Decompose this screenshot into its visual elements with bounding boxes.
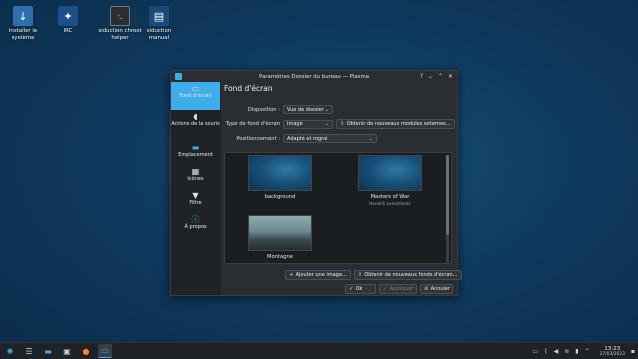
add-image-button[interactable]: + Ajouter une image... xyxy=(285,270,351,280)
wallpaper-thumbnail[interactable]: Masters of War Hendrik Lenoldiantz xyxy=(358,155,422,206)
wallpaper-name: background xyxy=(264,194,296,200)
file-manager-icon[interactable]: ▬ xyxy=(41,344,55,358)
wallpaper-type-label: Type de fond d'écran xyxy=(225,121,280,127)
wallpaper-gallery: background Masters of War Hendrik Lenold… xyxy=(224,152,452,264)
firefox-icon[interactable]: ● xyxy=(79,344,93,358)
sidebar-item-about[interactable]: ⓘ À propos xyxy=(171,213,220,237)
sidebar-item-label: À propos xyxy=(184,224,207,230)
wallpaper-preview xyxy=(248,155,312,191)
bluetooth-icon[interactable]: ᛒ xyxy=(544,348,548,355)
chevron-down-icon: ⌄ xyxy=(368,135,373,142)
window-title: Paramètres Dossier du bureau — Plasma xyxy=(258,73,369,80)
check-icon: ✓ xyxy=(383,286,388,292)
wallpaper-author: Hendrik Lenoldiantz xyxy=(369,201,411,206)
download-icon: ⇩ xyxy=(357,272,363,278)
scrollbar-thumb[interactable] xyxy=(446,155,449,235)
positioning-label: Positionnement : xyxy=(236,135,280,142)
cancel-label: Annuler xyxy=(430,286,451,292)
download-icon: ⇩ xyxy=(340,121,345,127)
layout-select[interactable]: Vue de dossier ⌄ xyxy=(283,105,333,114)
sidebar-item-label: Filtre xyxy=(189,200,202,206)
settings-content: Fond d'écran Disposition : Vue de dossie… xyxy=(221,82,462,295)
get-plugins-button[interactable]: ⇩ Obtenir de nouveaux modules externes..… xyxy=(336,119,455,129)
terminal-icon[interactable]: ▣ xyxy=(60,344,74,358)
wallpaper-thumbnail[interactable]: background xyxy=(248,155,312,200)
cancel-icon: ⊘ xyxy=(424,286,429,292)
monitor-icon: ▭ xyxy=(191,84,200,93)
layout-label: Disposition : xyxy=(247,106,280,113)
sidebar-item-label: Actions de la souris xyxy=(171,121,220,127)
mouse-icon: ◖ xyxy=(193,112,198,121)
grid-icon: ▦ xyxy=(191,167,200,176)
filter-icon: ▼ xyxy=(192,191,199,200)
desktop-icon-label: Installer le système xyxy=(8,28,38,41)
clock-date: 27/03/2023 xyxy=(599,351,625,357)
sidebar-item-icons[interactable]: ▦ Icônes xyxy=(171,165,220,189)
manual-icon: ▤ xyxy=(149,6,169,26)
desktop-icon-irc[interactable]: ✦ IRC xyxy=(45,6,91,35)
wallpaper-preview xyxy=(248,215,312,251)
positioning-value: Adapté et rogné xyxy=(287,135,328,142)
wallpaper-thumbnail[interactable]: Montagne xyxy=(248,215,312,260)
wallpaper-name: Masters of War xyxy=(370,194,410,200)
irc-icon: ✦ xyxy=(58,6,78,26)
plus-icon: + xyxy=(289,272,294,278)
help-icon[interactable]: ? xyxy=(420,73,423,80)
chevron-down-icon: ⌄ xyxy=(324,106,329,113)
desktop-settings-task[interactable]: ▭ xyxy=(98,344,112,358)
close-icon[interactable]: ✕ xyxy=(448,73,453,80)
apply-label: Appliquer xyxy=(389,286,414,292)
wallpaper-name: Montagne xyxy=(267,254,293,260)
terminal-icon: ›_ xyxy=(110,6,130,26)
positioning-select[interactable]: Adapté et rogné ⌄ xyxy=(283,134,377,143)
sidebar-item-mouse-actions[interactable]: ◖ Actions de la souris xyxy=(171,110,220,141)
apply-button[interactable]: ✓ Appliquer xyxy=(379,284,417,294)
add-image-label: Ajouter une image... xyxy=(295,272,347,278)
settings-sidebar: ▭ Fond d'écran ◖ Actions de la souris ▬ … xyxy=(171,82,220,295)
cancel-button[interactable]: ⊘ Annuler xyxy=(420,284,453,294)
desktop-icon-manual[interactable]: ▤ siduction manual xyxy=(136,6,182,41)
gallery-scrollbar[interactable] xyxy=(446,155,449,263)
wallpaper-type-select[interactable]: Image ⌄ xyxy=(283,119,333,129)
get-wallpapers-button[interactable]: ⇩ Obtenir de nouveaux fonds d'écran... xyxy=(353,270,462,280)
system-tray: ▭ ᛒ ◀ ≋ ▮ ⌃ 13:23 27/03/2023 ▪ xyxy=(532,346,635,357)
chevron-up-icon[interactable]: ⌃ xyxy=(585,348,590,355)
app-launcher-icon[interactable]: ✺ xyxy=(3,344,17,358)
info-icon: ⓘ xyxy=(191,215,200,224)
maximize-icon[interactable]: ⌃ xyxy=(438,73,443,80)
wallpaper-preview xyxy=(358,155,422,191)
sidebar-item-label: Emplacement xyxy=(178,152,213,158)
network-icon[interactable]: ≋ xyxy=(564,348,569,355)
system-settings-icon[interactable]: ☰ xyxy=(22,344,36,358)
window-titlebar[interactable]: Paramètres Dossier du bureau — Plasma ? … xyxy=(171,71,457,82)
check-icon: ✓ xyxy=(349,286,354,292)
page-title: Fond d'écran xyxy=(224,84,273,93)
sidebar-item-label: Icônes xyxy=(187,176,204,182)
sidebar-item-label: Fond d'écran xyxy=(179,93,212,99)
minimize-icon[interactable]: ⌄ xyxy=(428,73,433,80)
battery-icon[interactable]: ▮ xyxy=(575,348,578,355)
ok-label: Ok xyxy=(355,286,363,292)
clipboard-icon[interactable]: ▭ xyxy=(532,348,538,355)
sidebar-item-filter[interactable]: ▼ Filtre xyxy=(171,189,220,213)
desktop-icon-label: IRC xyxy=(63,28,73,34)
wallpaper-type-value: Image xyxy=(287,121,303,127)
show-desktop-icon[interactable]: ▪ xyxy=(631,348,635,355)
ok-button[interactable]: ✓ Ok xyxy=(345,284,376,294)
download-icon: ↓ xyxy=(13,6,33,26)
volume-icon[interactable]: ◀ xyxy=(554,348,559,355)
get-plugins-label: Obtenir de nouveaux modules externes... xyxy=(346,121,451,127)
clock[interactable]: 13:23 27/03/2023 xyxy=(600,346,625,357)
chevron-down-icon: ⌄ xyxy=(324,121,329,127)
settings-window: Paramètres Dossier du bureau — Plasma ? … xyxy=(170,70,462,296)
sidebar-item-wallpaper[interactable]: ▭ Fond d'écran xyxy=(171,82,220,110)
folder-icon: ▬ xyxy=(191,143,200,152)
desktop-icon-label: siduction manual xyxy=(146,28,172,41)
taskbar: ✺ ☰ ▬ ▣ ● ▭ ▭ ᛒ ◀ ≋ ▮ ⌃ 13:23 27/03/2023… xyxy=(0,342,638,359)
layout-value: Vue de dossier xyxy=(287,106,324,113)
get-wallpapers-label: Obtenir de nouveaux fonds d'écran... xyxy=(364,272,458,278)
sidebar-item-location[interactable]: ▬ Emplacement xyxy=(171,141,220,165)
desktop-icon-installer[interactable]: ↓ Installer le système xyxy=(0,6,46,41)
